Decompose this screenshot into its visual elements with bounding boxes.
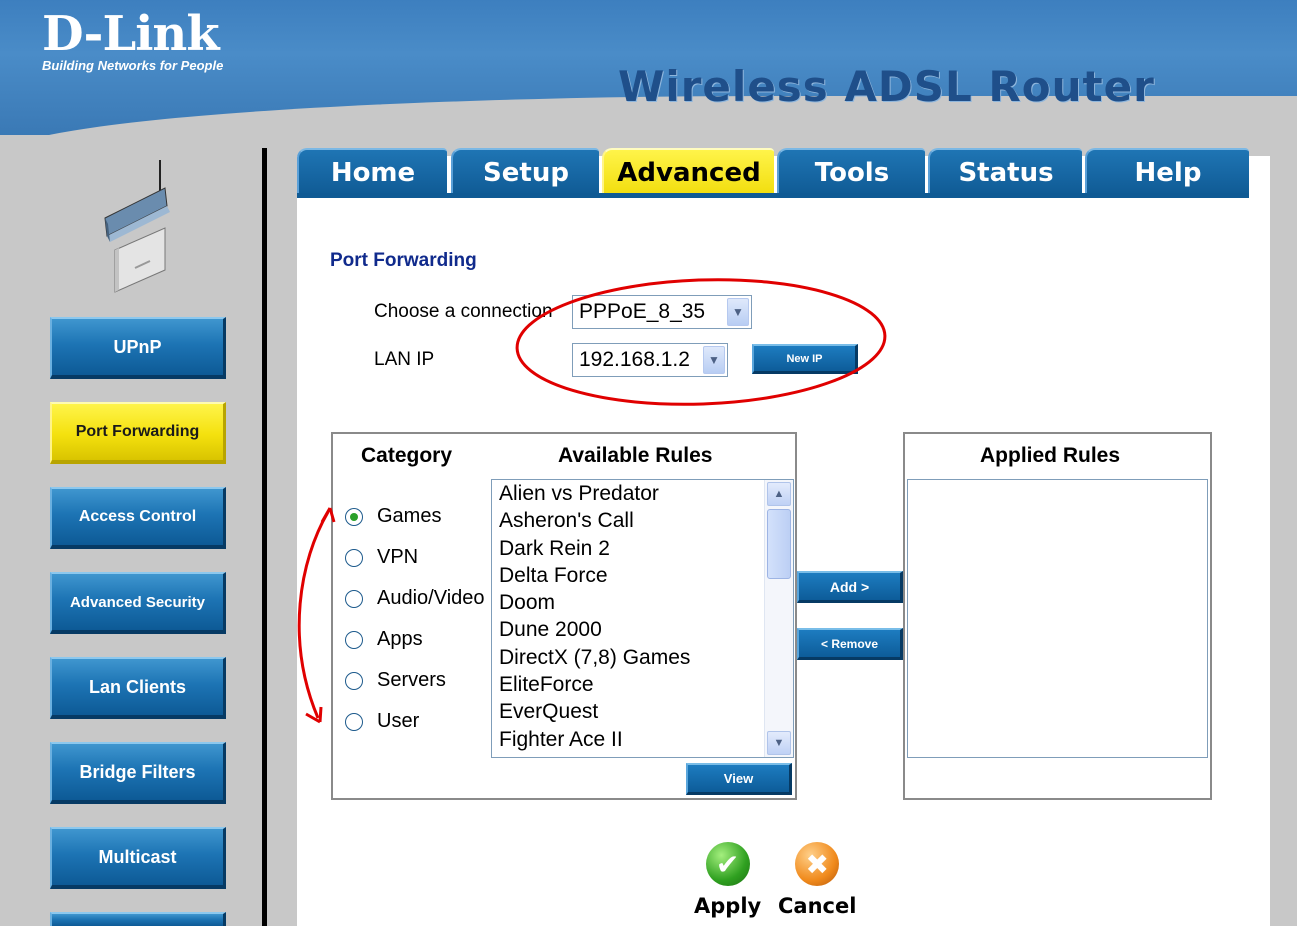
connection-select-value: PPPoE_8_35	[579, 300, 706, 323]
category-label: Servers	[377, 669, 446, 691]
category-label: Games	[377, 505, 442, 527]
page-title: Port Forwarding	[330, 250, 477, 271]
router-device-icon	[104, 160, 170, 293]
radio-button[interactable]	[345, 630, 363, 649]
remove-rule-button[interactable]: < Remove	[797, 628, 903, 660]
sidebar-item-label: Lan Clients	[88, 676, 186, 697]
view-button[interactable]: View	[686, 763, 792, 795]
sidebar-item-label: Multicast	[98, 846, 177, 867]
tab-tools[interactable]: Tools	[777, 148, 925, 196]
tab-advanced[interactable]: Advanced	[602, 148, 774, 196]
tab-label: Setup	[483, 158, 569, 188]
radio-button[interactable]	[345, 712, 363, 731]
sidebar-item-port-forwarding[interactable]: Port Forwarding	[50, 402, 226, 464]
lan-ip-select[interactable]: 192.168.1.2 ▼	[572, 343, 728, 377]
radio-button[interactable]	[345, 589, 363, 608]
category-games[interactable]: Games	[345, 505, 441, 528]
main-tabs: Home Setup Advanced Tools Status Help	[297, 148, 1249, 196]
scrollbar-thumb[interactable]	[767, 509, 791, 579]
tab-label: Tools	[814, 158, 890, 188]
sidebar-item-label: Advanced Security	[69, 593, 206, 611]
applied-rules-list[interactable]	[907, 479, 1208, 758]
applied-rules-header: Applied Rules	[980, 444, 1121, 467]
sidebar-item-lan-clients[interactable]: Lan Clients	[50, 657, 226, 719]
tab-status[interactable]: Status	[928, 148, 1082, 196]
list-item[interactable]: Alien vs Predator	[492, 480, 793, 507]
category-audio-video[interactable]: Audio/Video	[345, 587, 485, 610]
lan-ip-label: LAN IP	[374, 349, 435, 370]
new-ip-button[interactable]: New IP	[752, 344, 858, 374]
sidebar-item-advanced-security[interactable]: Advanced Security	[50, 572, 226, 634]
product-title: Wireless ADSL Router	[618, 62, 1155, 111]
sidebar-item-label: Access Control	[78, 508, 197, 525]
chevron-down-icon[interactable]: ▼	[727, 298, 749, 326]
category-label: VPN	[377, 546, 419, 568]
list-item[interactable]: Fighter Ace II	[492, 726, 793, 753]
close-icon[interactable]: ✖	[795, 842, 840, 886]
connection-label: Choose a connection	[374, 301, 553, 322]
sidebar-item-label: Port Forwarding	[75, 423, 200, 440]
chevron-down-icon[interactable]: ▼	[703, 346, 725, 374]
list-item[interactable]: Doom	[492, 589, 793, 616]
cancel-label: Cancel	[778, 894, 857, 918]
brand-name: D-Link	[42, 6, 220, 62]
apply-button[interactable]: ✔ Apply	[694, 842, 761, 918]
category-apps[interactable]: Apps	[345, 628, 423, 651]
list-item[interactable]: Delta Force	[492, 562, 793, 589]
list-item[interactable]: Asheron's Call	[492, 507, 793, 534]
available-rules-header: Available Rules	[558, 444, 713, 467]
sidebar-item-multicast[interactable]: Multicast	[50, 827, 226, 889]
tab-label: Home	[330, 158, 416, 188]
sidebar-divider	[262, 148, 267, 926]
tab-label: Help	[1134, 158, 1202, 188]
radio-button[interactable]	[345, 548, 363, 567]
dlink-logo[interactable]: D-Link Building Networks for People	[42, 6, 224, 73]
sidebar-gap	[267, 135, 297, 926]
brand-tagline: Building Networks for People	[42, 58, 224, 73]
chevron-down-icon[interactable]: ▼	[767, 731, 791, 755]
available-rules-list[interactable]: Alien vs Predator Asheron's Call Dark Re…	[491, 479, 794, 758]
sidebar-item-access-control[interactable]: Access Control	[50, 487, 226, 549]
category-label: User	[377, 710, 420, 732]
tab-home[interactable]: Home	[297, 148, 447, 196]
list-item[interactable]: EverQuest	[492, 698, 793, 725]
list-scrollbar[interactable]: ▲ ▼	[764, 480, 793, 757]
radio-button[interactable]	[345, 671, 363, 690]
category-user[interactable]: User	[345, 710, 419, 733]
category-header: Category	[361, 444, 453, 467]
right-margin	[1270, 135, 1297, 926]
list-item[interactable]: DirectX (7,8) Games	[492, 644, 793, 671]
connection-select[interactable]: PPPoE_8_35 ▼	[572, 295, 752, 329]
checkmark-icon[interactable]: ✔	[705, 842, 750, 886]
list-item[interactable]: Dark Rein 2	[492, 535, 793, 562]
sidebar-item-label: Bridge Filters	[79, 761, 196, 782]
sidebar-item-bridge-filters[interactable]: Bridge Filters	[50, 742, 226, 804]
lan-ip-select-value: 192.168.1.2	[579, 348, 690, 371]
apply-label: Apply	[694, 894, 762, 918]
tab-label: Advanced	[617, 158, 761, 188]
category-label: Audio/Video	[377, 587, 485, 609]
cancel-button[interactable]: ✖ Cancel	[778, 842, 856, 918]
category-servers[interactable]: Servers	[345, 669, 446, 692]
sidebar-item-partial[interactable]	[50, 912, 226, 926]
radio-button[interactable]	[345, 507, 363, 526]
chevron-up-icon[interactable]: ▲	[767, 482, 791, 506]
list-item[interactable]: Dune 2000	[492, 616, 793, 643]
tab-label: Status	[958, 158, 1054, 188]
tab-help[interactable]: Help	[1085, 148, 1249, 196]
category-label: Apps	[377, 628, 423, 650]
sidebar-item-label: UPnP	[113, 336, 162, 357]
radio-selected-dot	[350, 512, 358, 521]
sidebar-item-upnp[interactable]: UPnP	[50, 317, 226, 379]
tab-setup[interactable]: Setup	[451, 148, 599, 196]
list-item[interactable]: EliteForce	[492, 671, 793, 698]
add-rule-button[interactable]: Add >	[797, 571, 903, 603]
category-vpn[interactable]: VPN	[345, 546, 418, 569]
